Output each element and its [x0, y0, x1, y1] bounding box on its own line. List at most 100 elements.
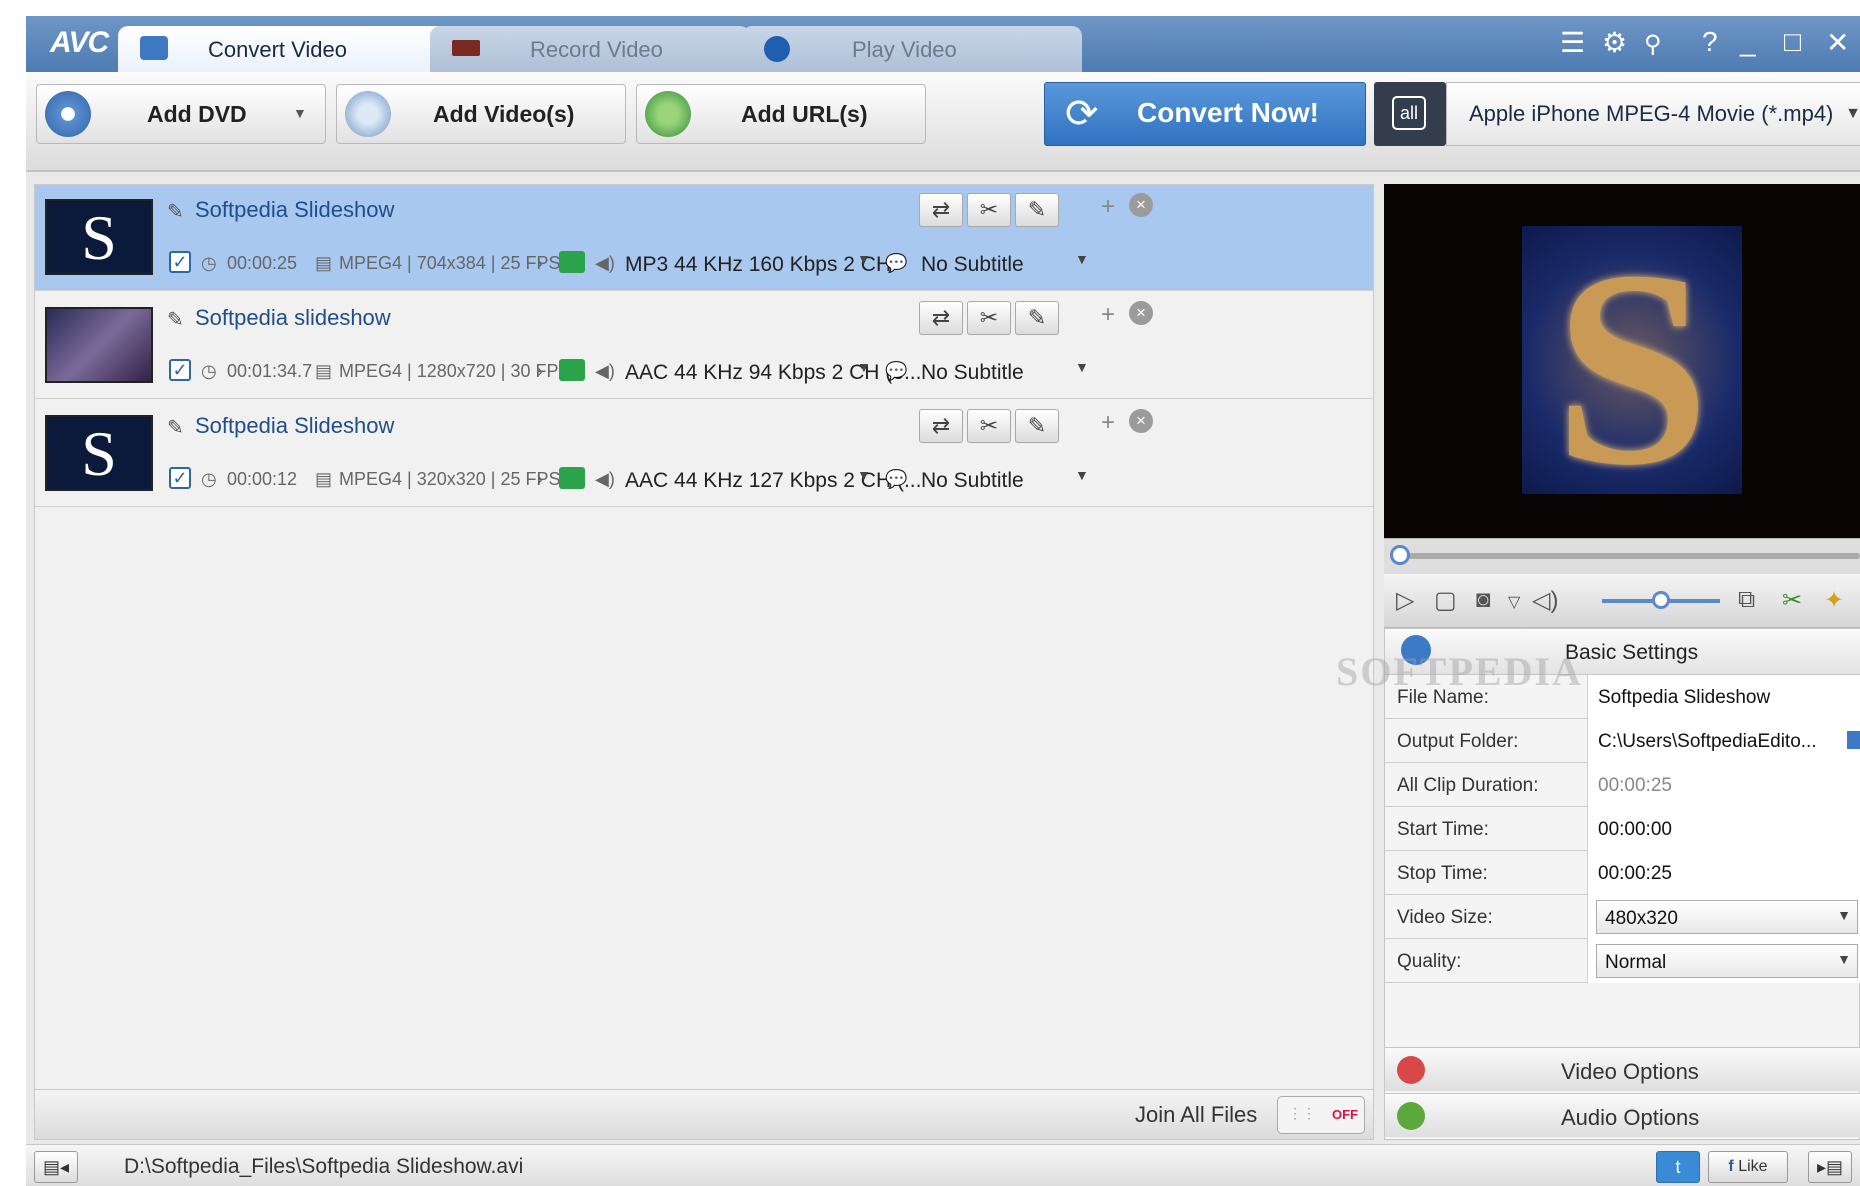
duration: 00:00:25	[227, 253, 298, 273]
profile-device-icon[interactable]: all	[1374, 82, 1446, 146]
help-icon[interactable]: ?	[1702, 26, 1718, 58]
add-icon[interactable]: +	[1101, 301, 1115, 329]
cut-icon[interactable]: ✂	[967, 301, 1011, 335]
output-folder-field[interactable]: C:\Users\SoftpediaEdito...	[1587, 719, 1860, 763]
seek-track[interactable]	[1398, 553, 1860, 559]
convert-settings-icon[interactable]: ⇄	[919, 193, 963, 227]
subtitle-select[interactable]: No Subtitle	[921, 469, 1024, 493]
cut-icon[interactable]: ✂	[967, 409, 1011, 443]
join-toggle[interactable]: ⋮⋮ OFF	[1277, 1096, 1365, 1134]
table-row[interactable]: ✎ Softpedia slideshow ✓ ◷ 00:01:34.7 ▤ M…	[35, 293, 1373, 399]
stop-icon[interactable]: ▢	[1434, 586, 1457, 615]
row-checkbox[interactable]: ✓	[169, 251, 191, 273]
subtitle-icon: 💬	[885, 253, 908, 273]
video-size-select[interactable]: 480x320 ▼	[1596, 900, 1858, 934]
copy-icon[interactable]: ⧉	[1738, 586, 1755, 614]
tab-convert-video[interactable]: Convert Video	[118, 26, 458, 72]
chevron-down-icon[interactable]: ▼	[293, 105, 307, 121]
arrow-icon: ›	[537, 253, 543, 273]
volume-handle[interactable]	[1652, 591, 1670, 609]
subtitle-select[interactable]: No Subtitle	[921, 361, 1024, 385]
chevron-down-icon[interactable]: ▼	[1075, 251, 1089, 267]
subtitle-select[interactable]: No Subtitle	[921, 253, 1024, 277]
chevron-down-icon[interactable]: ▼	[857, 251, 871, 267]
row-checkbox[interactable]: ✓	[169, 467, 191, 489]
chevron-down-icon[interactable]: ▼	[857, 359, 871, 375]
quality-select[interactable]: Normal ▼	[1596, 944, 1858, 978]
convert-settings-icon[interactable]: ⇄	[919, 409, 963, 443]
speaker-icon: ◀)	[595, 469, 615, 489]
panel-toggle-icon[interactable]: ▤◂	[34, 1151, 78, 1183]
edit-icon[interactable]: ✎	[167, 199, 184, 224]
chevron-down-icon[interactable]: ▼	[1845, 105, 1860, 123]
close-icon[interactable]: ✕	[1826, 26, 1849, 59]
cut-icon[interactable]: ✂	[1782, 586, 1802, 615]
table-row[interactable]: S ✎ Softpedia Slideshow ✓ ◷ 00:00:25 ▤ M…	[35, 185, 1373, 291]
table-row[interactable]: S ✎ Softpedia Slideshow ✓ ◷ 00:00:12 ▤ M…	[35, 401, 1373, 507]
remove-icon[interactable]: ×	[1129, 301, 1153, 325]
facebook-like-button[interactable]: f Like	[1708, 1151, 1788, 1183]
chevron-down-icon[interactable]: ▼	[1075, 359, 1089, 375]
video-options-bar[interactable]: Video Options	[1385, 1047, 1860, 1091]
convert-now-button[interactable]: ⟳ Convert Now!	[1044, 82, 1366, 146]
audio-info[interactable]: MP3 44 KHz 160 Kbps 2 CH	[625, 253, 891, 277]
chevron-down-icon[interactable]: ▼	[1075, 467, 1089, 483]
video-preview[interactable]: S	[1384, 184, 1860, 538]
start-time-field[interactable]: 00:00:00	[1587, 807, 1860, 851]
tab-play-video[interactable]: Play Video	[742, 26, 1082, 72]
chevron-down-icon[interactable]: ▼	[857, 467, 871, 483]
folder-icon[interactable]	[1847, 731, 1860, 749]
seek-bar[interactable]	[1384, 538, 1860, 574]
edit-icon[interactable]: ✎	[167, 307, 184, 332]
search-icon[interactable]: ⚲	[1644, 30, 1662, 59]
arrow-icon: ›	[537, 469, 543, 489]
volume-icon[interactable]: ◁)	[1532, 586, 1558, 615]
magic-wand-icon[interactable]: ✦	[1824, 586, 1844, 615]
maximize-icon[interactable]: □	[1784, 26, 1801, 58]
remove-icon[interactable]: ×	[1129, 409, 1153, 433]
convert-settings-icon[interactable]: ⇄	[919, 301, 963, 335]
file-name[interactable]: Softpedia Slideshow	[195, 413, 394, 439]
output-profile-select[interactable]: Apple iPhone MPEG-4 Movie (*.mp4) ▼	[1446, 82, 1860, 146]
stop-time-field[interactable]: 00:00:25	[1587, 851, 1860, 895]
add-icon[interactable]: +	[1101, 193, 1115, 221]
chevron-down-icon[interactable]: ▼	[1837, 907, 1851, 923]
join-all-files-label: Join All Files	[1135, 1102, 1258, 1127]
film-icon: ▤	[315, 253, 333, 273]
add-urls-button[interactable]: Add URL(s)	[636, 84, 926, 144]
tab-record-video[interactable]: Record Video	[430, 26, 750, 72]
remove-icon[interactable]: ×	[1129, 193, 1153, 217]
snapshot-icon[interactable]: ◙	[1476, 586, 1491, 614]
video-thumbnail: S	[45, 199, 153, 275]
cut-icon[interactable]: ✂	[967, 193, 1011, 227]
effects-icon[interactable]: ✎	[1015, 193, 1059, 227]
add-videos-button[interactable]: Add Video(s)	[336, 84, 626, 144]
effects-icon[interactable]: ✎	[1015, 301, 1059, 335]
minimize-icon[interactable]: _	[1740, 26, 1756, 58]
row-checkbox[interactable]: ✓	[169, 359, 191, 381]
speaker-icon: ◀)	[595, 361, 615, 381]
twitter-icon[interactable]: t	[1656, 1151, 1700, 1183]
add-icon[interactable]: +	[1101, 409, 1115, 437]
speaker-icon: ◀)	[595, 253, 615, 273]
menu-icon[interactable]: ☰	[1560, 26, 1585, 59]
file-name[interactable]: Softpedia slideshow	[195, 305, 391, 331]
effects-icon[interactable]: ✎	[1015, 409, 1059, 443]
audio-info[interactable]: AAC 44 KHz 94 Kbps 2 CH (e...	[625, 361, 921, 385]
clock-icon: ◷	[201, 253, 217, 273]
seek-handle[interactable]	[1390, 545, 1410, 565]
gear-icon[interactable]: ⚙	[1602, 26, 1627, 59]
play-icon[interactable]: ▷	[1396, 586, 1414, 615]
audio-info[interactable]: AAC 44 KHz 127 Kbps 2 CH (...	[625, 469, 921, 493]
chevron-down-icon[interactable]: ▼	[1837, 951, 1851, 967]
chevron-down-icon[interactable]: ▽	[1508, 592, 1520, 612]
setting-stop-time: Stop Time: 00:00:25	[1385, 851, 1860, 895]
add-dvd-button[interactable]: Add DVD ▼	[36, 84, 326, 144]
file-name-field[interactable]: Softpedia Slideshow	[1587, 675, 1860, 719]
edit-icon[interactable]: ✎	[167, 415, 184, 440]
file-name[interactable]: Softpedia Slideshow	[195, 197, 394, 223]
audio-options-bar[interactable]: Audio Options	[1385, 1093, 1860, 1137]
add-videos-label: Add Video(s)	[433, 101, 575, 127]
expand-panel-icon[interactable]: ▸▤	[1808, 1151, 1852, 1183]
video-thumbnail	[45, 307, 153, 383]
